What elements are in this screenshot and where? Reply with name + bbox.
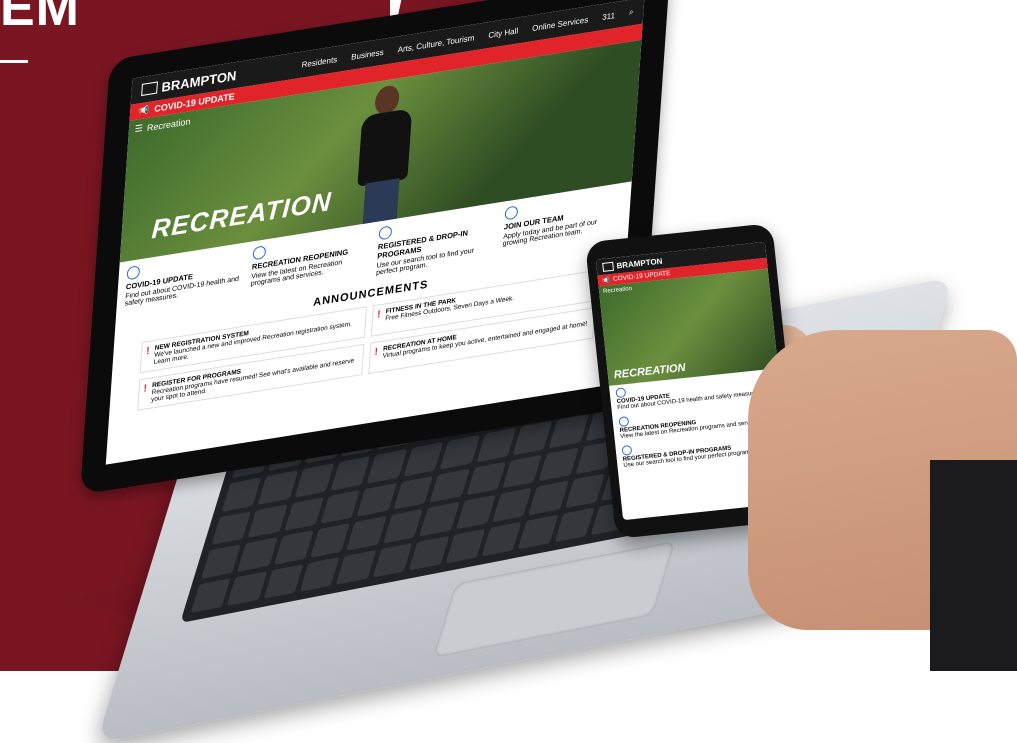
keyboard-key [284, 496, 325, 532]
keyboard-key [382, 509, 423, 544]
phone-brand-text[interactable]: BRAMPTON [616, 256, 663, 270]
checkmark-icon [252, 245, 267, 261]
phone-breadcrumb: Recreation [602, 285, 633, 295]
keyboard-key [455, 495, 496, 530]
keyboard-key [310, 523, 351, 558]
info-icon [615, 387, 627, 399]
nav-residents[interactable]: Residents [301, 54, 337, 69]
brampton-logo-icon [141, 81, 158, 97]
keyboard-key [200, 544, 242, 580]
keyboard-key [502, 454, 543, 489]
keyboard-key [263, 564, 304, 599]
brampton-logo-icon [602, 261, 614, 272]
keyboard-key [564, 473, 605, 509]
keyboard-key [372, 543, 413, 578]
breadcrumb: ☰ Recreation [134, 115, 191, 135]
keyboard-key [465, 461, 506, 496]
keyboard-key [247, 503, 288, 539]
search-icon[interactable]: ⌕ [629, 7, 634, 18]
keyboard-key [221, 476, 262, 512]
phone-hero-title: RECREATION [613, 361, 687, 382]
keyboard-key [237, 537, 278, 573]
keyboard-key [439, 434, 480, 470]
keyboard-key [336, 550, 377, 585]
keyboard-key [346, 516, 387, 551]
keyboard-key [356, 482, 397, 518]
keyboard-key [299, 557, 340, 592]
keyboard-key [481, 521, 522, 557]
megaphone-icon: 📢 [137, 104, 150, 117]
keyboard-key [190, 578, 231, 613]
nav-arts-culture-tourism[interactable]: Arts, Culture, Tourism [397, 33, 474, 54]
keyboard-key [393, 475, 434, 511]
keyboard-key [294, 462, 335, 498]
alert-icon: ! [374, 346, 379, 359]
keyboard-key [512, 420, 553, 456]
laptop-screen: BRAMPTON Residents Business Arts, Cultur… [105, 0, 645, 465]
keyboard-key [445, 528, 486, 564]
keyboard-key [226, 571, 268, 606]
keyboard-key [491, 488, 532, 523]
corner-rule [0, 60, 28, 63]
keyboard-key [476, 427, 517, 463]
keyboard-key [367, 448, 408, 484]
keyboard-key [517, 514, 558, 550]
keyboard-key [408, 535, 449, 571]
alert-icon: ! [143, 383, 148, 395]
breadcrumb-label: Recreation [146, 115, 191, 133]
team-icon [504, 205, 519, 221]
keyboard-key [320, 489, 361, 525]
checkmark-icon [618, 416, 630, 428]
keyboard-key [528, 480, 569, 516]
hero-person-image [345, 80, 424, 227]
megaphone-icon: 📢 [601, 276, 611, 285]
info-icon [126, 265, 141, 281]
menu-icon[interactable]: ☰ [134, 123, 144, 135]
alert-icon: ! [376, 309, 381, 321]
keyboard-key [273, 530, 314, 566]
alert-icon: ! [145, 345, 150, 358]
keyboard-key [403, 441, 444, 477]
nav-online-services[interactable]: Online Services [532, 15, 589, 33]
calendar-icon [621, 444, 633, 456]
keyboard-key [419, 502, 460, 537]
calendar-icon [378, 225, 393, 241]
keyboard-key [257, 469, 299, 505]
sleeve [930, 460, 1017, 671]
keyboard-key [330, 455, 371, 491]
nav-311[interactable]: 311 [602, 10, 615, 21]
nav-business[interactable]: Business [351, 47, 384, 61]
keyboard-key [429, 468, 470, 503]
keyboard-key [554, 507, 595, 543]
keyboard-key [211, 510, 252, 546]
nav-city-hall[interactable]: City Hall [488, 26, 518, 40]
phone-hero: Recreation RECREATION [598, 268, 779, 386]
keyboard-key [538, 447, 579, 482]
